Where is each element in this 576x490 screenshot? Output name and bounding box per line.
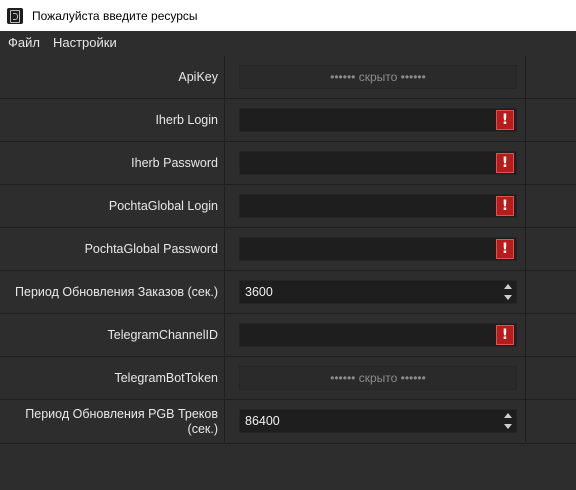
menu-bar: Файл Настройки [0, 31, 576, 53]
apikey-field[interactable]: •••••• скрыто •••••• [239, 65, 517, 89]
iherb-password-label: Iherb Password [131, 155, 218, 170]
warning-icon: ! [496, 110, 514, 130]
title-bar: Пожалуйста введите ресурсы [0, 0, 576, 31]
row-pochtaglobal-login: PochtaGlobal Login ! [0, 185, 576, 228]
window-title: Пожалуйста введите ресурсы [32, 8, 198, 23]
row-telegram-bot-token: TelegramBotToken •••••• скрыто •••••• [0, 357, 576, 400]
pgb-period-label: Период Обновления PGB Треков (сек.) [25, 406, 218, 436]
app-icon [7, 7, 23, 24]
menu-file[interactable]: Файл [0, 35, 47, 50]
apikey-label: ApiKey [178, 69, 218, 84]
spin-down-icon[interactable] [504, 295, 512, 300]
row-iherb-password: Iherb Password ! [0, 142, 576, 185]
telegram-channel-input[interactable]: ! [239, 323, 517, 347]
pochtaglobal-login-label: PochtaGlobal Login [108, 198, 218, 213]
orders-period-spinbox[interactable]: 3600 [239, 280, 517, 304]
warning-icon: ! [496, 153, 514, 173]
resource-form: ApiKey •••••• скрыто •••••• Iherb Login … [0, 56, 576, 444]
row-pochtaglobal-password: PochtaGlobal Password ! [0, 228, 576, 271]
row-iherb-login: Iherb Login ! [0, 99, 576, 142]
warning-icon: ! [496, 196, 514, 216]
spin-up-icon[interactable] [504, 284, 512, 289]
iherb-login-label: Iherb Login [155, 112, 218, 127]
pgb-period-spinbox[interactable]: 86400 [239, 409, 517, 433]
spin-down-icon[interactable] [504, 424, 512, 429]
pochtaglobal-login-input[interactable]: ! [239, 194, 517, 218]
spin-up-icon[interactable] [504, 413, 512, 418]
row-orders-period: Период Обновления Заказов (сек.) 3600 [0, 271, 576, 314]
row-telegram-channel: TelegramChannelID ! [0, 314, 576, 357]
telegram-bot-token-field[interactable]: •••••• скрыто •••••• [239, 366, 517, 390]
pochtaglobal-password-label: PochtaGlobal Password [84, 241, 218, 256]
row-apikey: ApiKey •••••• скрыто •••••• [0, 56, 576, 99]
telegram-bot-token-label: TelegramBotToken [114, 370, 218, 385]
iherb-password-input[interactable]: ! [239, 151, 517, 175]
telegram-channel-label: TelegramChannelID [107, 327, 218, 342]
pochtaglobal-password-input[interactable]: ! [239, 237, 517, 261]
orders-period-value: 3600 [245, 285, 273, 299]
iherb-login-input[interactable]: ! [239, 108, 517, 132]
pgb-period-value: 86400 [245, 414, 280, 428]
warning-icon: ! [496, 325, 514, 345]
warning-icon: ! [496, 239, 514, 259]
spin-buttons[interactable] [502, 412, 514, 430]
menu-settings[interactable]: Настройки [47, 35, 124, 50]
spin-buttons[interactable] [502, 283, 514, 301]
row-pgb-period: Период Обновления PGB Треков (сек.) 8640… [0, 400, 576, 444]
orders-period-label: Период Обновления Заказов (сек.) [15, 284, 218, 299]
